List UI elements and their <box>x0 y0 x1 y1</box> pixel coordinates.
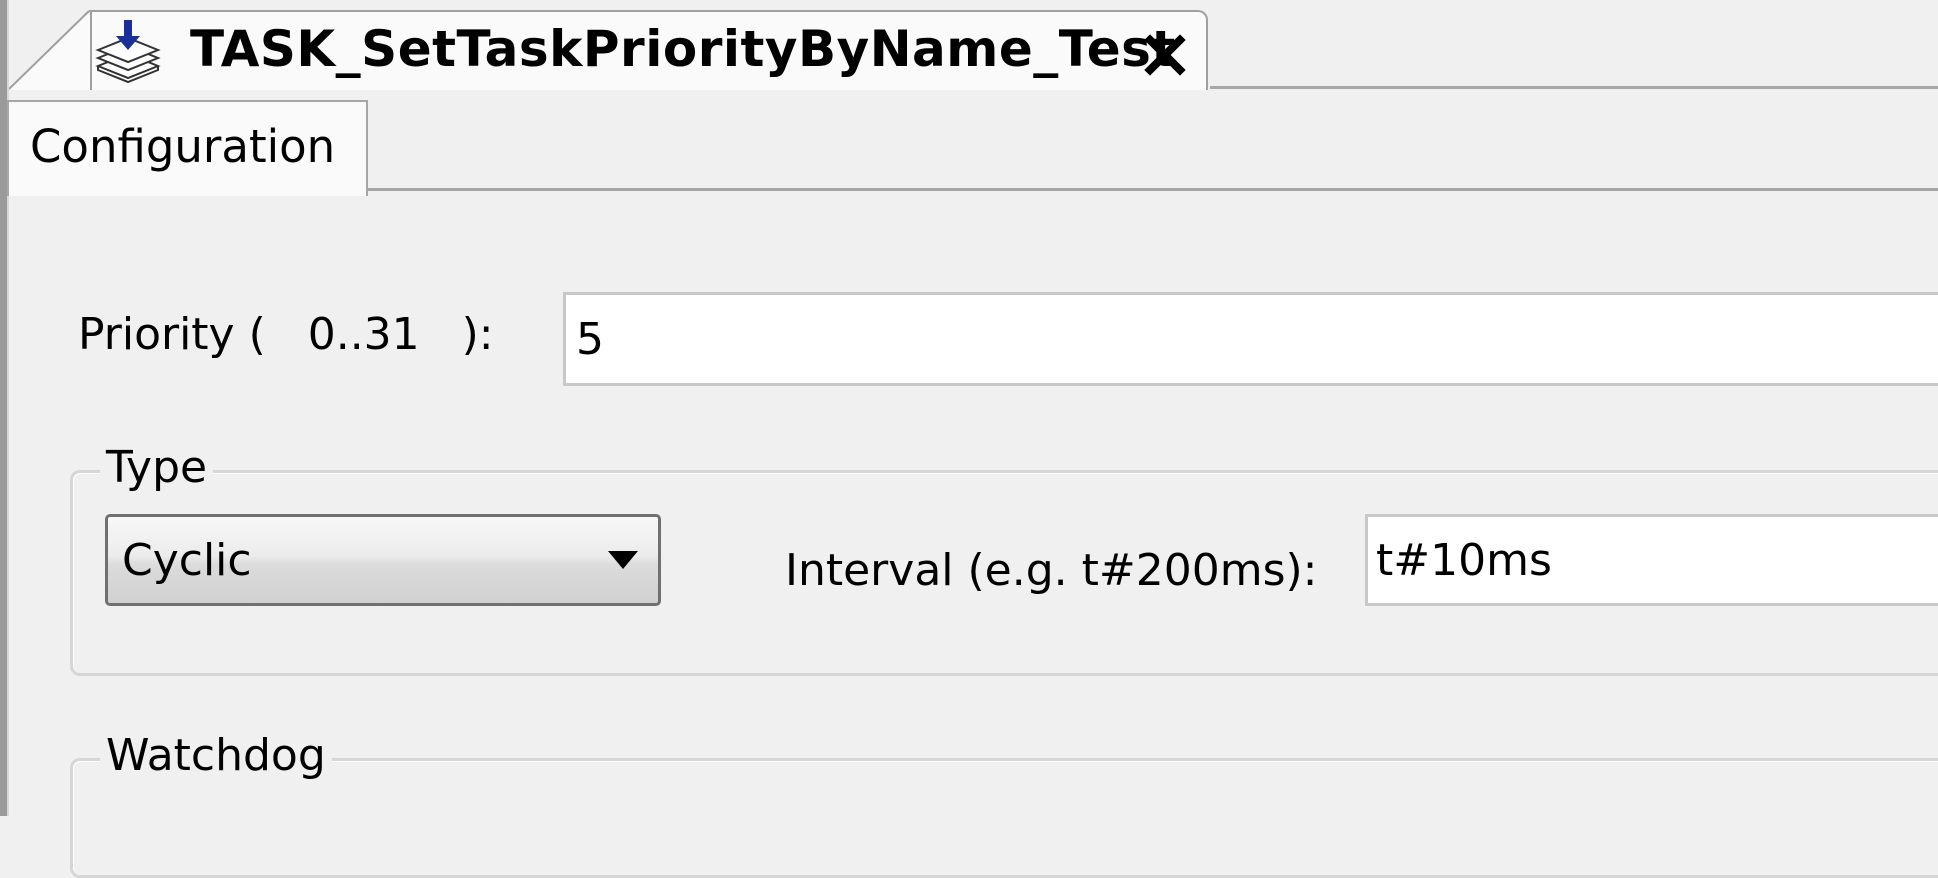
type-select[interactable]: Cyclic <box>105 514 661 606</box>
watchdog-group <box>70 758 1938 878</box>
tab-divider <box>368 188 1938 191</box>
document-tab-title: TASK_SetTaskPriorityByName_Test <box>190 20 1176 78</box>
interval-label: Interval (e.g. t#200ms): <box>785 545 1318 596</box>
type-select-value: Cyclic <box>122 535 252 586</box>
close-icon[interactable] <box>1140 30 1190 80</box>
type-group-legend: Type <box>100 440 214 496</box>
tab-configuration-label: Configuration <box>30 120 336 173</box>
priority-label: Priority ( 0..31 ): <box>78 309 494 360</box>
window-frame <box>0 0 9 816</box>
tabstrip-divider <box>1210 86 1938 89</box>
watchdog-group-legend: Watchdog <box>100 728 332 784</box>
priority-input[interactable] <box>563 292 1938 386</box>
task-stack-icon <box>92 18 164 90</box>
interval-input[interactable] <box>1365 514 1938 606</box>
chevron-down-icon <box>606 549 640 571</box>
document-tab-edge <box>9 10 99 90</box>
